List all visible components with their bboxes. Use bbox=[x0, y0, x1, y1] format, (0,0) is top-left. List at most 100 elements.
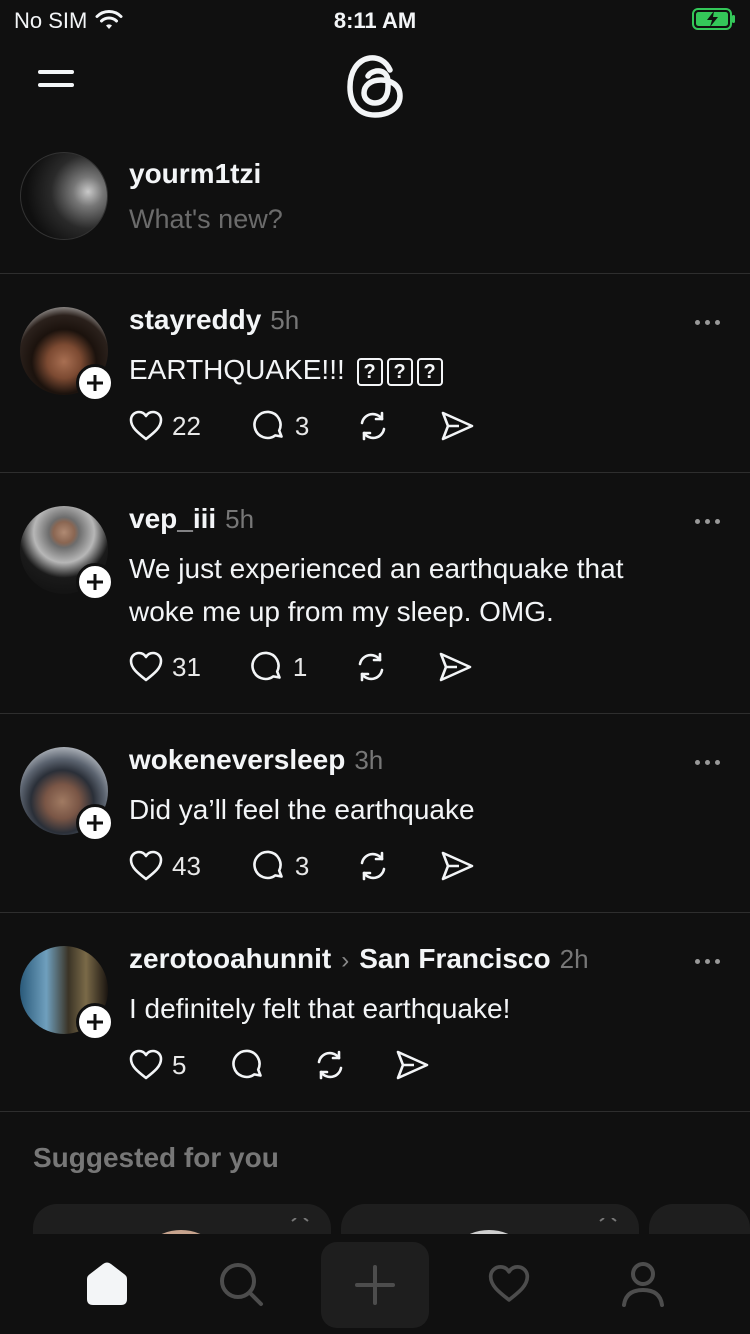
status-bar: No SIM 8:11 AM bbox=[0, 0, 750, 40]
send-icon bbox=[442, 851, 474, 881]
like-count: 22 bbox=[172, 410, 201, 441]
like-button[interactable]: 22 bbox=[128, 408, 201, 444]
repost-icon bbox=[318, 1050, 343, 1080]
post-time: 5h bbox=[225, 504, 255, 534]
suggested-title: Suggested for you bbox=[33, 1142, 279, 1173]
profile-icon bbox=[622, 1262, 664, 1307]
repost-button[interactable] bbox=[353, 649, 389, 685]
location-tag[interactable]: San Francisco bbox=[359, 943, 550, 975]
post-actions: 43 3 bbox=[128, 848, 475, 884]
follow-button[interactable] bbox=[76, 1003, 114, 1041]
post-zerotooahunnit[interactable]: zerotooahunnit › San Francisco 2h I defi… bbox=[0, 913, 750, 1112]
tab-search[interactable] bbox=[209, 1252, 273, 1316]
tab-bar bbox=[0, 1234, 750, 1334]
post-time: 2h bbox=[559, 944, 589, 974]
follow-button[interactable] bbox=[76, 563, 114, 601]
repost-icon bbox=[361, 851, 386, 881]
like-count: 5 bbox=[172, 1049, 187, 1080]
reply-button[interactable]: 3 bbox=[251, 848, 309, 884]
post-text-line: woke me up from my sleep. OMG. bbox=[129, 596, 554, 627]
share-button[interactable] bbox=[439, 408, 475, 444]
send-icon bbox=[397, 1050, 429, 1080]
menu-icon[interactable] bbox=[38, 70, 74, 100]
heart-icon bbox=[129, 1049, 163, 1080]
post-text-body: EARTHQUAKE!!! bbox=[129, 354, 345, 385]
heart-icon bbox=[129, 850, 163, 881]
my-avatar[interactable] bbox=[20, 152, 108, 240]
my-username: yourm1tzi bbox=[129, 158, 262, 189]
post-header: stayreddy 5h bbox=[129, 304, 299, 336]
like-count: 31 bbox=[172, 651, 201, 682]
comment-icon bbox=[253, 850, 283, 880]
tab-compose[interactable] bbox=[321, 1242, 429, 1328]
post-time: 5h bbox=[270, 305, 300, 335]
whats-new-input[interactable]: What's new? bbox=[129, 204, 283, 235]
plus-icon bbox=[87, 1014, 103, 1030]
tab-activity[interactable] bbox=[477, 1252, 541, 1316]
reply-count: 3 bbox=[294, 850, 310, 881]
like-button[interactable]: 43 bbox=[128, 848, 201, 884]
post-time: 3h bbox=[354, 745, 384, 775]
reply-count: 1 bbox=[292, 651, 308, 682]
battery-charging-icon bbox=[692, 8, 735, 30]
reply-button[interactable] bbox=[230, 1047, 266, 1083]
tab-profile[interactable] bbox=[611, 1252, 675, 1316]
reply-button[interactable]: 1 bbox=[249, 649, 307, 685]
repost-icon bbox=[361, 411, 386, 441]
post-actions: 31 1 bbox=[128, 649, 473, 685]
send-icon bbox=[440, 652, 472, 682]
chevron-right-icon: › bbox=[341, 947, 350, 974]
follow-button[interactable] bbox=[76, 804, 114, 842]
follow-button[interactable] bbox=[76, 364, 114, 402]
more-options-icon[interactable] bbox=[695, 519, 720, 524]
post-wokeneversleep[interactable]: wokeneversleep 3h Did ya’ll feel the ear… bbox=[0, 714, 750, 913]
share-button[interactable] bbox=[394, 1047, 430, 1083]
post-vep-iii[interactable]: vep_iii 5h We just experienced an earthq… bbox=[0, 473, 750, 714]
like-count: 43 bbox=[172, 850, 201, 881]
plus-icon bbox=[87, 815, 103, 831]
share-button[interactable] bbox=[437, 649, 473, 685]
more-options-icon[interactable] bbox=[695, 760, 720, 765]
more-options-icon[interactable] bbox=[695, 320, 720, 325]
repost-button[interactable] bbox=[355, 408, 391, 444]
like-button[interactable]: 31 bbox=[128, 649, 201, 685]
plus-icon bbox=[87, 375, 103, 391]
username[interactable]: stayreddy bbox=[129, 304, 261, 336]
dismiss-icon[interactable] bbox=[599, 1218, 617, 1222]
threads-logo-icon[interactable] bbox=[343, 52, 407, 122]
post-header: zerotooahunnit › San Francisco 2h bbox=[129, 943, 589, 975]
send-icon bbox=[442, 411, 474, 441]
share-button[interactable] bbox=[439, 848, 475, 884]
heart-icon bbox=[129, 410, 163, 441]
missing-emoji-glyph: ? bbox=[386, 357, 413, 386]
post-text-line: We just experienced an earthquake that bbox=[129, 553, 624, 584]
more-options-icon[interactable] bbox=[695, 959, 720, 964]
reply-button[interactable]: 3 bbox=[251, 408, 309, 444]
post-header: wokeneversleep 3h bbox=[129, 744, 383, 776]
repost-icon bbox=[359, 652, 384, 682]
comment-icon bbox=[232, 1049, 263, 1079]
username[interactable]: zerotooahunnit bbox=[129, 943, 331, 975]
post-text: We just experienced an earthquake that w… bbox=[129, 547, 719, 633]
dismiss-icon[interactable] bbox=[291, 1218, 309, 1222]
username[interactable]: vep_iii bbox=[129, 503, 216, 535]
tab-home[interactable] bbox=[75, 1252, 139, 1316]
comment-icon bbox=[253, 410, 283, 440]
top-bar bbox=[0, 40, 750, 140]
repost-button[interactable] bbox=[312, 1047, 348, 1083]
missing-emoji-glyph: ? bbox=[416, 357, 443, 386]
post-text: Did ya’ll feel the earthquake bbox=[129, 794, 475, 825]
plus-icon bbox=[355, 1265, 395, 1305]
post-stayreddy[interactable]: stayreddy 5h EARTHQUAKE!!! ??? 22 3 bbox=[0, 274, 750, 473]
new-thread-composer[interactable]: yourm1tzi What's new? bbox=[0, 140, 750, 274]
like-button[interactable]: 5 bbox=[128, 1047, 186, 1083]
search-icon bbox=[220, 1263, 263, 1306]
repost-button[interactable] bbox=[355, 848, 391, 884]
post-text: I definitely felt that earthquake! bbox=[129, 993, 511, 1024]
username[interactable]: wokeneversleep bbox=[129, 744, 345, 776]
plus-icon bbox=[87, 574, 103, 590]
post-actions: 22 3 bbox=[128, 408, 475, 444]
heart-icon bbox=[488, 1265, 530, 1302]
reply-count: 3 bbox=[294, 410, 310, 441]
post-text: EARTHQUAKE!!! ??? bbox=[129, 348, 719, 391]
